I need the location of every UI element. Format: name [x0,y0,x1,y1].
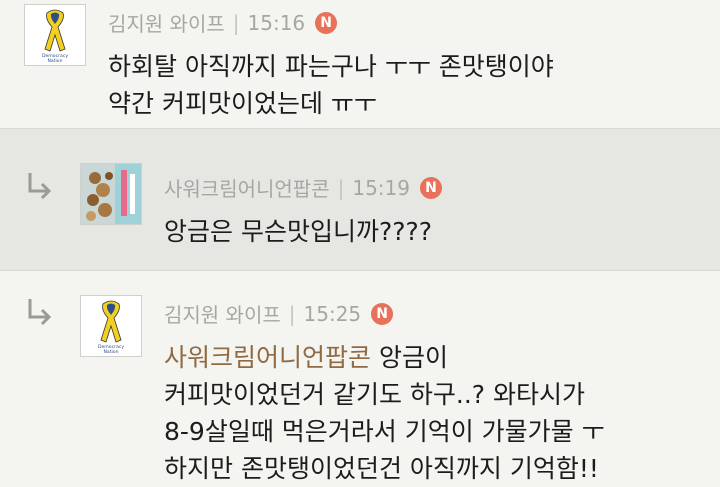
ribbon-caption-2: Nation [47,58,62,64]
new-badge: N [315,11,338,34]
comment-line: 앙금은 무슨맛입니까???? [164,217,433,246]
comment-time: 15:25 [303,301,362,326]
comment-meta: 김지원 와이프 | 15:16 N [108,8,338,37]
mention-link[interactable]: 사워크림어니언팝콘 [164,343,371,372]
comment-time: 15:19 [352,175,410,200]
avatar-photo[interactable] [80,163,142,225]
comment-line-first: 사워크림어니언팝콘 앙금이 [164,339,605,376]
comment-2-reply: 사워크림어니언팝콘 | 15:19 N 앙금은 무슨맛입니까???? [0,128,720,271]
meta-divider: | [337,175,345,200]
new-badge: N [371,302,394,325]
comment-3-reply: Democracy Nation 김지원 와이프 | 15:25 N 사워크림어… [0,271,720,485]
reply-arrow-icon [28,173,52,200]
author-name[interactable]: 김지원 와이프 [164,299,281,328]
avatar-ribbon[interactable]: Democracy Nation [24,4,86,66]
popcorn-photo-icon [81,164,141,224]
comment-meta: 사워크림어니언팝콘 | 15:19 N [164,173,442,202]
yellow-ribbon-icon: Democracy Nation [81,296,141,356]
author-name[interactable]: 사워크림어니언팝콘 [164,173,330,202]
comment-meta: 김지원 와이프 | 15:25 N [164,299,394,328]
author-name[interactable]: 김지원 와이프 [108,8,225,37]
comment-line-rest: 앙금이 [371,343,448,372]
comment-line: 커피맛이었던거 같기도 하구..? 와타시가 [164,380,586,409]
comment-line: 하회탈 아직까지 파는구나 ㅜㅜ 존맛탱이야 [108,52,554,81]
comment-text: 사워크림어니언팝콘 앙금이 커피맛이었던거 같기도 하구..? 와타시가 8-9… [164,339,605,487]
comment-1: Democracy Nation 김지원 와이프 | 15:16 N 하회탈 아… [0,0,720,128]
new-badge: N [420,176,442,199]
avatar-ribbon[interactable]: Democracy Nation [80,295,142,357]
comment-time: 15:16 [247,10,306,35]
ribbon-caption-2: Nation [103,349,118,355]
comment-text: 하회탈 아직까지 파는구나 ㅜㅜ 존맛탱이야 약간 커피맛이었는데 ㅠㅜ [108,48,554,122]
reply-arrow-icon [28,299,52,326]
comment-text: 앙금은 무슨맛입니까???? [164,213,432,250]
meta-divider: | [232,10,240,35]
comment-line: 하지만 존맛탱이었던건 아직까지 기억함!! [164,454,599,483]
yellow-ribbon-icon: Democracy Nation [25,5,85,65]
comment-line: 약간 커피맛이었는데 ㅠㅜ [108,89,377,118]
comment-line: 8-9살일때 먹은거라서 기억이 가물가물 ㅜ [164,417,605,446]
meta-divider: | [288,301,296,326]
